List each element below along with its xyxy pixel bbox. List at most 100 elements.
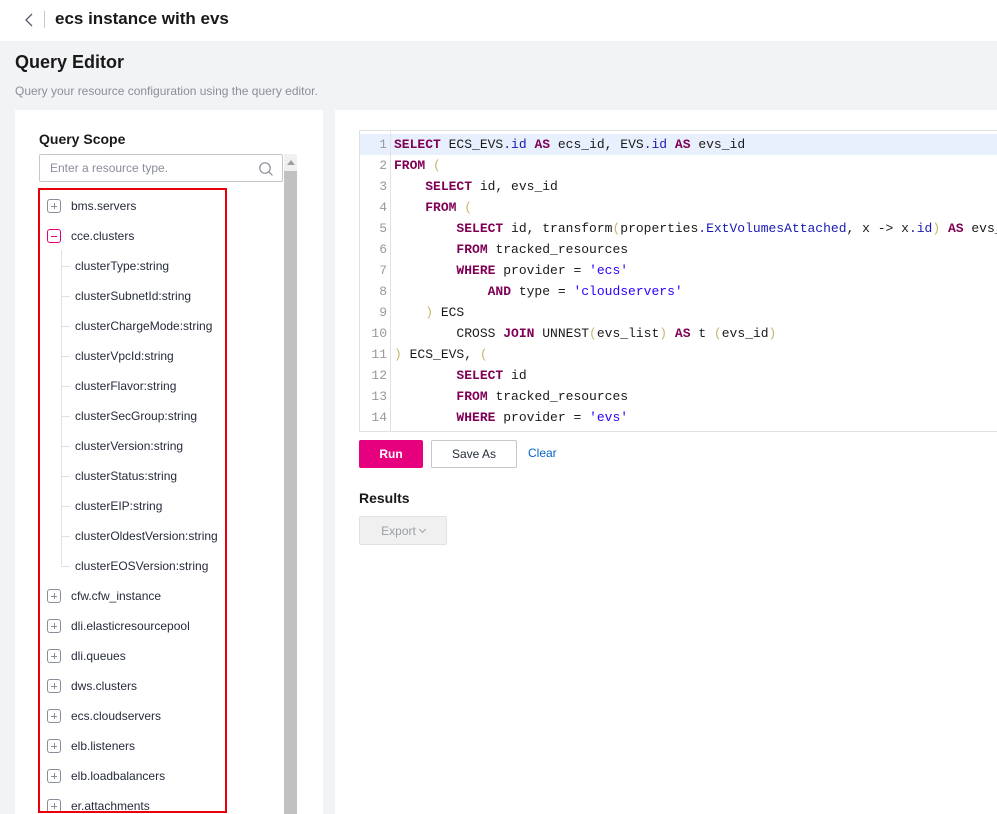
clear-link[interactable]: Clear bbox=[528, 446, 557, 460]
code-line[interactable]: 4 FROM ( bbox=[360, 197, 997, 218]
string-literal: 'cloudservers' bbox=[573, 284, 683, 299]
parenthesis: ( bbox=[713, 326, 722, 341]
code-token: evs_id bbox=[721, 326, 769, 341]
code-text: FROM tracked_resources bbox=[394, 386, 628, 407]
resource-type-search-input[interactable] bbox=[40, 155, 250, 181]
tree-node-label: cfw.cfw_instance bbox=[71, 589, 162, 603]
code-line[interactable]: 14 WHERE provider = 'evs' bbox=[360, 407, 997, 428]
export-dropdown-button[interactable]: Export bbox=[359, 516, 447, 545]
tree-node[interactable]: dws.clusters bbox=[40, 671, 137, 701]
field-label: clusterVpcId:string bbox=[75, 349, 174, 363]
tree-child-field[interactable]: clusterEOSVersion:string bbox=[40, 551, 208, 581]
tree-child-field[interactable]: clusterType:string bbox=[40, 251, 169, 281]
code-line[interactable]: 9 ) ECS bbox=[360, 302, 997, 323]
code-line[interactable]: 6 FROM tracked_resources bbox=[360, 239, 997, 260]
code-token: ECS_EVS bbox=[440, 137, 504, 152]
code-line[interactable]: 8 AND type = 'cloudservers' bbox=[360, 281, 997, 302]
sql-keyword: AS bbox=[674, 137, 691, 152]
tree-node[interactable]: elb.listeners bbox=[40, 731, 135, 761]
code-text: FROM ( bbox=[394, 197, 472, 218]
code-line[interactable]: 13 FROM tracked_resources bbox=[360, 386, 997, 407]
tree-node[interactable]: dli.elasticresourcepool bbox=[40, 611, 190, 641]
tree-child-field[interactable]: clusterSecGroup:string bbox=[40, 401, 197, 431]
expand-icon[interactable] bbox=[47, 769, 61, 783]
tree-child-field[interactable]: clusterVpcId:string bbox=[40, 341, 174, 371]
field-label: clusterChargeMode:string bbox=[75, 319, 213, 333]
code-text: FROM tracked_resources bbox=[394, 239, 628, 260]
tree-scrollbar[interactable] bbox=[284, 154, 297, 814]
code-line[interactable]: 2 FROM ( bbox=[360, 155, 997, 176]
code-line[interactable]: 3 SELECT id, evs_id bbox=[360, 176, 997, 197]
tree-node[interactable]: elb.loadbalancers bbox=[40, 761, 165, 791]
expand-icon[interactable] bbox=[47, 619, 61, 633]
code-line[interactable]: 1 SELECT ECS_EVS.id AS ecs_id, EVS.id AS … bbox=[360, 134, 997, 155]
code-token: id, evs_id bbox=[472, 179, 558, 194]
code-line[interactable]: 12 SELECT id bbox=[360, 365, 997, 386]
back-button[interactable] bbox=[22, 10, 36, 30]
tree-child-field[interactable]: clusterEIP:string bbox=[40, 491, 162, 521]
tree-node[interactable]: er.attachments bbox=[40, 791, 150, 813]
export-label: Export bbox=[381, 523, 416, 538]
code-token: ECS_EVS, bbox=[401, 347, 480, 362]
tree-child-field[interactable]: clusterSubnetId:string bbox=[40, 281, 191, 311]
run-button[interactable]: Run bbox=[359, 440, 423, 468]
line-number-gutter bbox=[360, 131, 391, 431]
tree-node[interactable]: dli.queues bbox=[40, 641, 126, 671]
tree-node[interactable]: cce.clusters bbox=[40, 221, 134, 251]
tree-child-field[interactable]: clusterVersion:string bbox=[40, 431, 183, 461]
expand-icon[interactable] bbox=[47, 799, 61, 811]
code-text: SELECT ECS_EVS.id AS ecs_id, EVS.id AS e… bbox=[394, 134, 745, 155]
parenthesis: ( bbox=[479, 347, 488, 362]
expand-icon[interactable] bbox=[47, 739, 61, 753]
code-line[interactable]: 11) ECS_EVS, ( bbox=[360, 344, 997, 365]
code-line[interactable]: 10 CROSS JOIN UNNEST(evs_list) AS t (evs… bbox=[360, 323, 997, 344]
results-title: Results bbox=[359, 490, 410, 506]
field-reference: .ExtVolumesAttached bbox=[698, 221, 847, 236]
code-text: AND type = 'cloudservers' bbox=[394, 281, 683, 302]
editor-panel: 1 SELECT ECS_EVS.id AS ecs_id, EVS.id AS … bbox=[335, 110, 997, 814]
collapse-icon[interactable] bbox=[47, 229, 61, 243]
scrollbar-thumb[interactable] bbox=[284, 171, 297, 814]
field-reference: .id bbox=[503, 137, 527, 152]
save-as-button[interactable]: Save As bbox=[431, 440, 517, 468]
scroll-up-arrow-icon[interactable] bbox=[284, 154, 297, 170]
field-label: clusterOldestVersion:string bbox=[75, 529, 218, 543]
tree-child-field[interactable]: clusterChargeMode:string bbox=[40, 311, 212, 341]
code-token: evs_id bbox=[690, 137, 746, 152]
expand-icon[interactable] bbox=[47, 649, 61, 663]
tree-child-field[interactable]: clusterFlavor:string bbox=[40, 371, 176, 401]
tree-branch-line bbox=[61, 325, 70, 327]
string-literal: 'evs' bbox=[589, 410, 629, 425]
tree-branch-line bbox=[61, 505, 70, 507]
sql-code-editor[interactable]: 1 SELECT ECS_EVS.id AS ecs_id, EVS.id AS … bbox=[359, 130, 997, 432]
expand-icon[interactable] bbox=[47, 589, 61, 603]
search-icon[interactable] bbox=[258, 161, 274, 177]
tree-child-field[interactable]: clusterStatus:string bbox=[40, 461, 177, 491]
expand-icon[interactable] bbox=[47, 679, 61, 693]
tree-branch-line bbox=[61, 565, 70, 567]
tree-node-label: er.attachments bbox=[71, 799, 150, 813]
expand-icon[interactable] bbox=[47, 199, 61, 213]
expand-icon[interactable] bbox=[47, 709, 61, 723]
code-token: tracked_resources bbox=[487, 242, 629, 257]
code-token: UNNEST bbox=[534, 326, 590, 341]
code-line[interactable]: 5 SELECT id, transform(properties.ExtVol… bbox=[360, 218, 997, 239]
code-text: SELECT id bbox=[394, 365, 526, 386]
code-line[interactable]: 7 WHERE provider = 'ecs' bbox=[360, 260, 997, 281]
tree-node[interactable]: ecs.cloudservers bbox=[40, 701, 161, 731]
code-token: provider = bbox=[495, 263, 590, 278]
code-text: WHERE provider = 'ecs' bbox=[394, 260, 628, 281]
code-token: evs_list bbox=[596, 326, 660, 341]
tree-node-label: elb.loadbalancers bbox=[71, 769, 166, 783]
field-label: clusterVersion:string bbox=[75, 439, 184, 453]
tree-node[interactable]: bms.servers bbox=[40, 191, 136, 221]
tree-node[interactable]: cfw.cfw_instance bbox=[40, 581, 161, 611]
tree-child-field[interactable]: clusterOldestVersion:string bbox=[40, 521, 218, 551]
tree-node-label: dli.elasticresourcepool bbox=[71, 619, 190, 633]
chevron-left-icon bbox=[25, 13, 33, 27]
